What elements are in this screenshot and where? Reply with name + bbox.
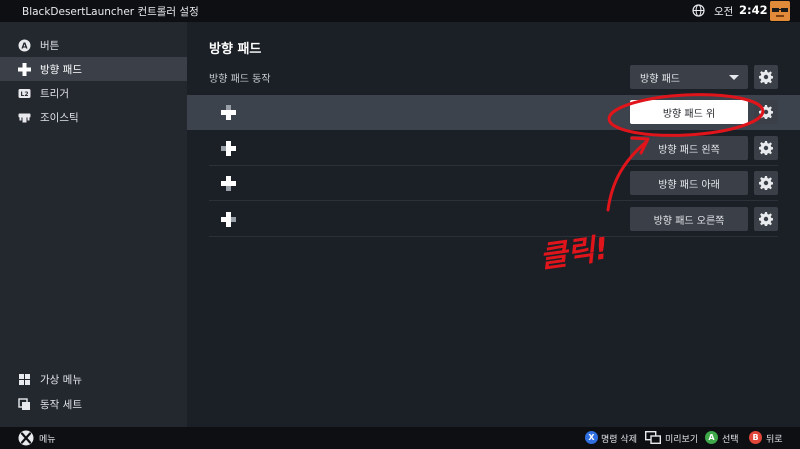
action-set-icon [18,398,30,410]
trigger-icon: L2 [18,89,31,98]
select-label[interactable]: 선택 [722,432,739,445]
back-label[interactable]: 뒤로 [766,432,783,445]
menu-label: 메뉴 [39,435,56,445]
dpad-right-row[interactable]: 방향 패드 오른쪽 [209,202,778,237]
dpad-down-row[interactable]: 방향 패드 아래 [209,166,778,201]
top-bar: BlackDesertLauncher 컨트롤러 설정 오전 2:42 [0,0,800,22]
sidebar: A 버튼 방향 패드 L2 트리거 조이스틱 가상 메뉴 동작 세트 [0,22,187,427]
dpad-left-icon [221,141,236,156]
avatar[interactable] [770,1,790,21]
dpad-up-row[interactable]: 방향 패드 위 [187,95,800,130]
a-button-icon: A [705,431,718,444]
b-button-icon: B [749,431,762,444]
sidebar-item-label: 동작 세트 [40,399,82,411]
sidebar-item-virtual-menu[interactable]: 가상 메뉴 [0,367,187,391]
gear-icon [759,176,773,190]
sidebar-item-action-sets[interactable]: 동작 세트 [0,392,187,416]
xbox-icon[interactable] [18,430,34,446]
sidebar-item-label: 트리거 [40,88,69,100]
preview-icon [645,431,661,444]
joystick-icon [18,113,31,123]
section-label: 방향 패드 동작 [209,74,271,85]
action-label: 방향 패드 아래 [658,180,720,191]
a-button-icon: A [18,39,31,52]
sidebar-item-joystick[interactable]: 조이스틱 [0,105,187,129]
sidebar-item-trigger[interactable]: L2 트리거 [0,81,187,105]
page-title: 방향 패드 [209,42,262,57]
dpad-right-action-button[interactable]: 방향 패드 오른쪽 [630,207,748,231]
sidebar-item-label: 가상 메뉴 [40,374,82,386]
sidebar-item-dpad[interactable]: 방향 패드 [0,57,187,81]
chevron-down-icon [729,75,739,80]
gear-icon [759,105,773,119]
main-panel: 방향 패드 방향 패드 동작 방향 패드 방향 패드 위 방향 패드 왼쪽 방향… [187,22,800,427]
dpad-down-action-button[interactable]: 방향 패드 아래 [630,171,748,195]
dpad-down-settings-button[interactable] [754,171,778,195]
grid-icon [19,374,30,385]
svg-text:A: A [21,42,28,51]
dpad-left-settings-button[interactable] [754,136,778,160]
dpad-icon [18,63,31,76]
window-title: BlackDesertLauncher 컨트롤러 설정 [22,6,199,18]
dpad-right-settings-button[interactable] [754,207,778,231]
dpad-up-icon [221,105,236,120]
mode-settings-button[interactable] [754,65,778,89]
sidebar-item-buttons[interactable]: A 버튼 [0,33,187,57]
sidebar-item-label: 버튼 [40,40,60,52]
svg-text:L2: L2 [21,91,29,98]
dpad-left-row[interactable]: 방향 패드 왼쪽 [209,131,778,166]
globe-icon[interactable] [692,4,705,17]
dpad-up-settings-button[interactable] [754,100,778,124]
action-label: 방향 패드 오른쪽 [653,216,725,227]
dropdown-value: 방향 패드 [640,74,680,85]
clock-ampm: 오전 [714,6,734,18]
gear-icon [759,212,773,226]
dpad-down-icon [221,176,236,191]
dpad-left-action-button[interactable]: 방향 패드 왼쪽 [630,136,748,160]
sidebar-item-label: 방향 패드 [40,64,82,76]
action-label: 방향 패드 왼쪽 [658,145,720,156]
preview-label[interactable]: 미리보기 [665,432,698,445]
dpad-up-action-button[interactable]: 방향 패드 위 [630,100,748,124]
clock-time: 2:42 [739,3,768,17]
bottom-bar: 메뉴 X 명령 삭제 미리보기 A 선택 B 뒤로 [0,427,800,449]
gear-icon [759,141,773,155]
dpad-right-icon [221,212,236,227]
gear-icon [759,70,773,84]
x-button-icon: X [585,431,598,444]
dpad-mode-dropdown[interactable]: 방향 패드 [630,65,748,89]
action-label: 방향 패드 위 [662,109,716,120]
sidebar-item-label: 조이스틱 [40,112,79,124]
delete-command-label[interactable]: 명령 삭제 [601,432,637,445]
